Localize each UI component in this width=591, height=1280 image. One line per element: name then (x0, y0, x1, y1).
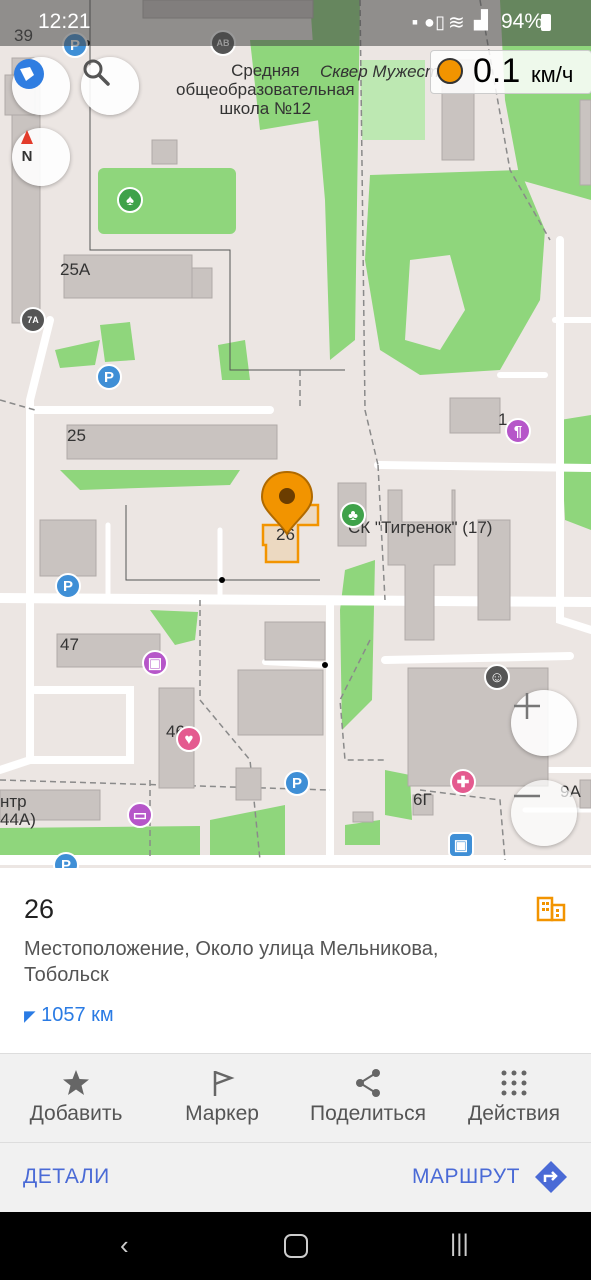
label-center: нтр (0, 792, 27, 811)
flag-icon (213, 1070, 235, 1096)
wifi-icon: ≋ (448, 12, 465, 34)
distance-value: 1057 км (41, 1004, 114, 1026)
status-bar: 12:21 ▪ ▯ ● ≋ ▟ 94% (0, 0, 591, 46)
search-button[interactable] (81, 57, 139, 115)
shop-icon[interactable]: ¶ (505, 418, 531, 444)
share-button[interactable]: Поделиться (294, 1054, 442, 1143)
ice-cream-icon[interactable]: ♠ (117, 187, 143, 213)
label-building-6g: 6Г (413, 790, 432, 809)
speed-value: 0.1 (473, 52, 521, 90)
battery-level: 94% (500, 10, 543, 33)
pharmacy-icon[interactable]: ✚ (450, 769, 476, 795)
plus-icon (514, 693, 540, 719)
place-info-sheet[interactable]: 26 Местоположение, Около улица Мельников… (0, 868, 591, 1053)
search-icon (83, 59, 110, 86)
location-pin-icon[interactable] (260, 470, 314, 536)
marker-button[interactable]: Маркер (148, 1054, 296, 1143)
bottom-button-bar: ДЕТАЛИ МАРШРУТ (0, 1142, 591, 1213)
parking-icon[interactable]: P (96, 364, 122, 390)
gift-icon[interactable]: ♥ (176, 726, 202, 752)
map-view[interactable]: Средняя общеобразовательная школа №12 Ск… (0, 0, 591, 868)
building-icon (536, 896, 566, 927)
recents-icon[interactable]: ||| (450, 1230, 469, 1258)
share-label: Поделиться (310, 1102, 426, 1125)
action-bar: Добавить Маркер Поделиться Действия (0, 1053, 591, 1143)
marker-label: Маркер (185, 1102, 259, 1125)
label-building-25: 25 (67, 426, 86, 445)
speed-unit: км/ч (531, 62, 574, 87)
more-actions-button[interactable]: Действия (440, 1054, 588, 1143)
add-label: Добавить (29, 1102, 123, 1125)
direction-arrow-icon: ◤ (24, 1008, 36, 1025)
zoom-in-button[interactable] (511, 690, 577, 756)
battery-icon (541, 14, 551, 31)
status-time: 12:21 (38, 10, 91, 33)
label-park: Сквер Мужест (320, 62, 440, 81)
share-icon (356, 1069, 380, 1097)
minus-icon (514, 794, 540, 798)
label-building-47: 47 (60, 635, 79, 654)
shop-icon[interactable]: ▭ (127, 802, 153, 828)
layers-button[interactable] (12, 57, 70, 115)
label-building-25a: 25А (60, 260, 91, 279)
route-icon[interactable] (534, 1160, 568, 1199)
globe-icon (14, 59, 44, 89)
label-sport-complex: СК "Тигренок" (17) (348, 518, 493, 537)
shop-icon[interactable]: ▣ (142, 650, 168, 676)
speedometer-icon (437, 58, 463, 84)
svg-text:N: N (22, 148, 33, 164)
parking-icon[interactable]: P (55, 573, 81, 599)
toilet-icon[interactable]: ☺ (484, 664, 510, 690)
place-distance: ◤ 1057 км (24, 1004, 114, 1027)
dots-grid-icon (501, 1070, 527, 1096)
map-canvas (0, 0, 591, 865)
compass-button[interactable]: N (12, 128, 70, 186)
label-building-44a: 44А) (0, 810, 36, 829)
parking-icon[interactable]: P (284, 770, 310, 796)
speed-widget[interactable]: 0.1 км/ч (430, 50, 591, 94)
location-icon: ● (424, 12, 435, 32)
back-icon[interactable]: ‹ (120, 1230, 129, 1261)
place-address: Местоположение, Около улица Мельникова, … (24, 938, 439, 986)
add-favorite-button[interactable]: Добавить (2, 1054, 150, 1143)
signal-icon: ▟ (474, 10, 488, 30)
route-button[interactable]: МАРШРУТ (412, 1165, 520, 1189)
star-icon (63, 1070, 89, 1095)
compass-icon: N (21, 130, 33, 164)
zoom-out-button[interactable] (511, 780, 577, 846)
place-title: 26 (24, 894, 55, 924)
actions-label: Действия (467, 1102, 560, 1125)
details-button[interactable]: ДЕТАЛИ (23, 1165, 110, 1189)
bus-stop-icon[interactable]: ▣ (448, 832, 474, 858)
sport-icon[interactable]: ♣ (340, 502, 366, 528)
system-nav-bar: ‹ ||| (0, 1212, 591, 1280)
home-icon[interactable] (284, 1234, 308, 1258)
atm-icon[interactable]: 7A (20, 307, 46, 333)
